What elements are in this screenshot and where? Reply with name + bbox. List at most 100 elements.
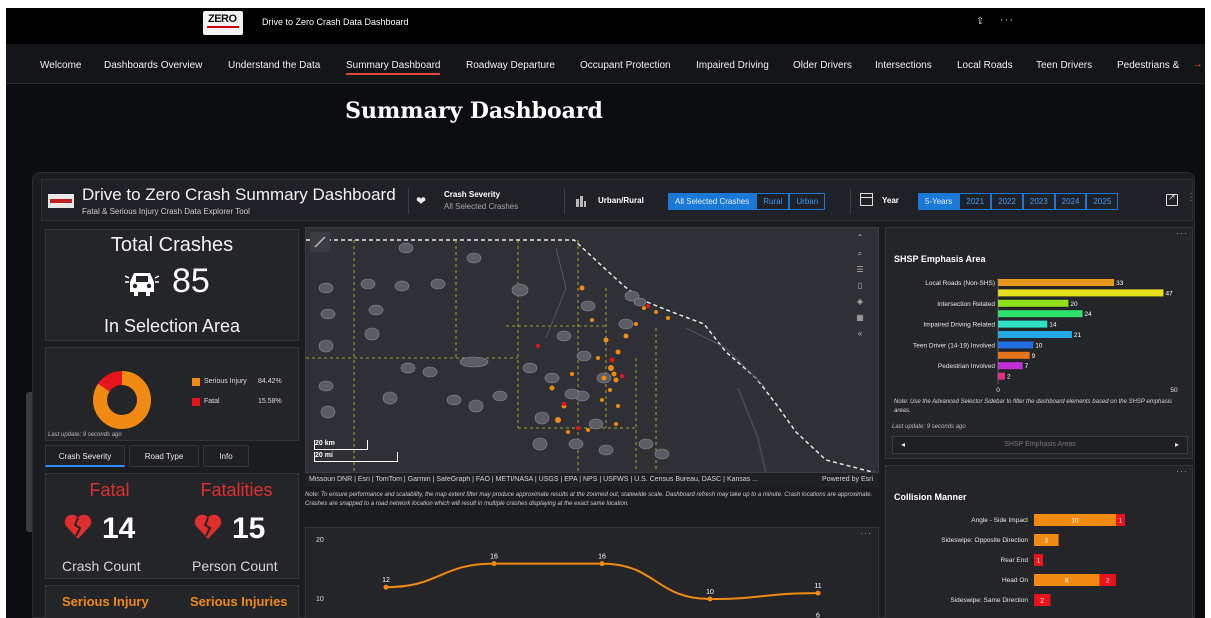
line-series[interactable]	[385, 562, 819, 601]
legend-fatal-swatch	[192, 398, 200, 406]
nav-summary-dashboard[interactable]: Summary Dashboard	[346, 60, 441, 75]
nav-dashboards-overview[interactable]: Dashboards Overview	[104, 60, 202, 71]
tab-crash-severity[interactable]: Crash Severity	[45, 445, 125, 467]
collision-category-label: Sideswipe: Opposite Direction	[941, 537, 1028, 544]
collision-bar-value: 1	[1119, 518, 1123, 525]
powered-by-esri[interactable]: Powered by Esri	[822, 476, 873, 483]
fatalities-label: Fatalities	[200, 480, 273, 500]
line-point[interactable]	[815, 590, 821, 596]
shsp-card: ··· SHSP Emphasis Area Local Roads (Non-…	[885, 227, 1193, 459]
line-point[interactable]	[707, 596, 713, 602]
shsp-bar[interactable]	[998, 362, 1023, 370]
collision-category-label: Rear End	[1001, 557, 1029, 564]
collision-more-icon[interactable]: ···	[1176, 466, 1188, 476]
nav-teen-drivers[interactable]: Teen Drivers	[1036, 60, 1092, 71]
tab-info[interactable]: Info	[203, 445, 249, 467]
app-title: Drive to Zero Crash Data Dashboard	[262, 17, 409, 27]
shsp-bar[interactable]	[998, 310, 1083, 318]
year-2022-button[interactable]: 2022	[991, 193, 1023, 210]
crash-severity-value[interactable]: All Selected Crashes	[444, 202, 518, 211]
layers-icon[interactable]: ◈	[849, 297, 871, 313]
nav-local-roads[interactable]: Local Roads	[957, 60, 1013, 71]
line-y-tick: 20	[316, 537, 324, 544]
collision-bar-value: 10	[1071, 518, 1079, 525]
nav-occupant-protection[interactable]: Occupant Protection	[580, 60, 671, 71]
nav-intersections[interactable]: Intersections	[875, 60, 932, 71]
shsp-bar-value: 9	[1032, 353, 1036, 360]
nav-scroll-right-icon[interactable]: →	[1192, 58, 1203, 70]
person-count-label: Person Count	[192, 558, 278, 574]
tab-road-type[interactable]: Road Type	[129, 445, 199, 467]
collapse-left-icon[interactable]: «	[849, 329, 871, 345]
grid-icon[interactable]: ▦	[849, 313, 871, 329]
main-nav: Welcome Dashboards Overview Understand t…	[6, 44, 1205, 84]
city-icon	[576, 196, 586, 207]
shsp-bar[interactable]	[998, 299, 1069, 307]
year-5-years-button[interactable]: 5-Years	[918, 193, 960, 210]
total-crashes-value: 85	[172, 262, 210, 300]
line-chart-more-icon[interactable]: ···	[860, 528, 872, 538]
collapse-up-icon[interactable]: ⌃	[849, 233, 871, 249]
shsp-tick-label: 0	[996, 387, 1000, 394]
shsp-category-label: Impaired Driving Related	[923, 322, 995, 329]
nav-roadway-departure[interactable]: Roadway Departure	[466, 60, 555, 71]
shsp-bar[interactable]	[998, 320, 1048, 328]
year-2024-button[interactable]: 2024	[1054, 193, 1087, 210]
urban-rural-urban-button[interactable]: Urban	[789, 193, 826, 210]
header-more-icon[interactable]: ⋮	[1186, 192, 1196, 203]
list-icon[interactable]: ☰	[849, 265, 871, 281]
nav-welcome[interactable]: Welcome	[40, 60, 82, 71]
shsp-bar[interactable]	[998, 279, 1115, 286]
share-icon[interactable]: ⇪	[976, 16, 984, 27]
year-buttons: 5-Years 2021 2022 2023 2024 2025	[918, 193, 1119, 210]
fatal-stats-card: Fatal Fatalities 14 15 Crash Count Perso…	[45, 473, 299, 579]
map-toolbar: ⌃ ⌕ ☰ ▯ ◈ ▦ «	[849, 233, 871, 345]
open-external-icon[interactable]	[1166, 192, 1178, 206]
urban-rural-label: Urban/Rural	[598, 196, 644, 205]
urban-rural-all-button[interactable]: All Selected Crashes	[668, 193, 757, 210]
trend-line-chart[interactable]: 1020121616101146	[306, 528, 880, 618]
shsp-bar[interactable]	[998, 351, 1030, 359]
drive-to-zero-logo: ZERO	[203, 11, 243, 35]
legend-serious-injury-swatch	[192, 378, 200, 386]
shsp-bar-chart[interactable]: Local Roads (Non-SHS) 33 47 Intersection Re…	[886, 268, 1194, 408]
crash-map[interactable]: 20 km 20 mi	[305, 227, 879, 473]
map-note: Note: To ensure performance and scalabil…	[305, 492, 873, 507]
nav-pedestrians[interactable]: Pedestrians &	[1117, 60, 1179, 71]
collision-bar-chart[interactable]: Angle - Side Impact 10 1 Sideswipe: Opposit…	[886, 510, 1194, 618]
shsp-more-icon[interactable]: ···	[1176, 228, 1188, 238]
more-options-icon[interactable]: ···	[1000, 14, 1014, 26]
total-crashes-subtitle: In Selection Area	[103, 316, 241, 336]
line-point[interactable]	[599, 561, 605, 567]
year-2025-button[interactable]: 2025	[1086, 193, 1119, 210]
year-2023-button[interactable]: 2023	[1022, 193, 1055, 210]
collision-bar-value: 3	[1044, 538, 1048, 545]
year-2021-button[interactable]: 2021	[959, 193, 992, 210]
shsp-next-icon[interactable]: ▸	[1175, 440, 1179, 449]
nav-understand-the-data[interactable]: Understand the Data	[228, 60, 320, 71]
shsp-note: Note: Use the Advanced Selector Sidebar …	[894, 399, 1173, 414]
trend-line-card: ··· 1020121616101146	[305, 527, 879, 618]
legend-fatal-label: Fatal	[204, 398, 220, 405]
line-point[interactable]	[383, 584, 389, 590]
nav-impaired-driving[interactable]: Impaired Driving	[696, 60, 769, 71]
nav-older-drivers[interactable]: Older Drivers	[793, 60, 852, 71]
dashboard-header: Drive to Zero Crash Summary Dashboard Fa…	[41, 179, 1196, 221]
broken-heart-icon: ❤	[416, 194, 427, 208]
bookmark-icon[interactable]: ▯	[849, 281, 871, 297]
urban-rural-rural-button[interactable]: Rural	[756, 193, 790, 210]
shsp-bar[interactable]	[998, 331, 1072, 338]
collision-category-label: Angle - Side Impact	[971, 517, 1028, 524]
search-icon[interactable]: ⌕	[849, 249, 871, 265]
line-point-label: 16	[490, 554, 498, 561]
map-attribution: Powered by Esri Missouri DNR | Esri | To…	[305, 473, 879, 487]
collision-category-label: Head On	[1002, 577, 1028, 584]
shsp-bar[interactable]	[998, 372, 1006, 380]
severity-donut-chart[interactable]	[92, 370, 152, 430]
dashboard-title: Drive to Zero Crash Summary Dashboard	[82, 185, 396, 204]
app-shell: ZERO Drive to Zero Crash Data Dashboard …	[6, 8, 1205, 618]
line-point[interactable]	[491, 561, 497, 567]
shsp-bar[interactable]	[998, 289, 1164, 297]
shsp-bar[interactable]	[998, 341, 1034, 349]
map-canvas[interactable]	[306, 228, 879, 473]
